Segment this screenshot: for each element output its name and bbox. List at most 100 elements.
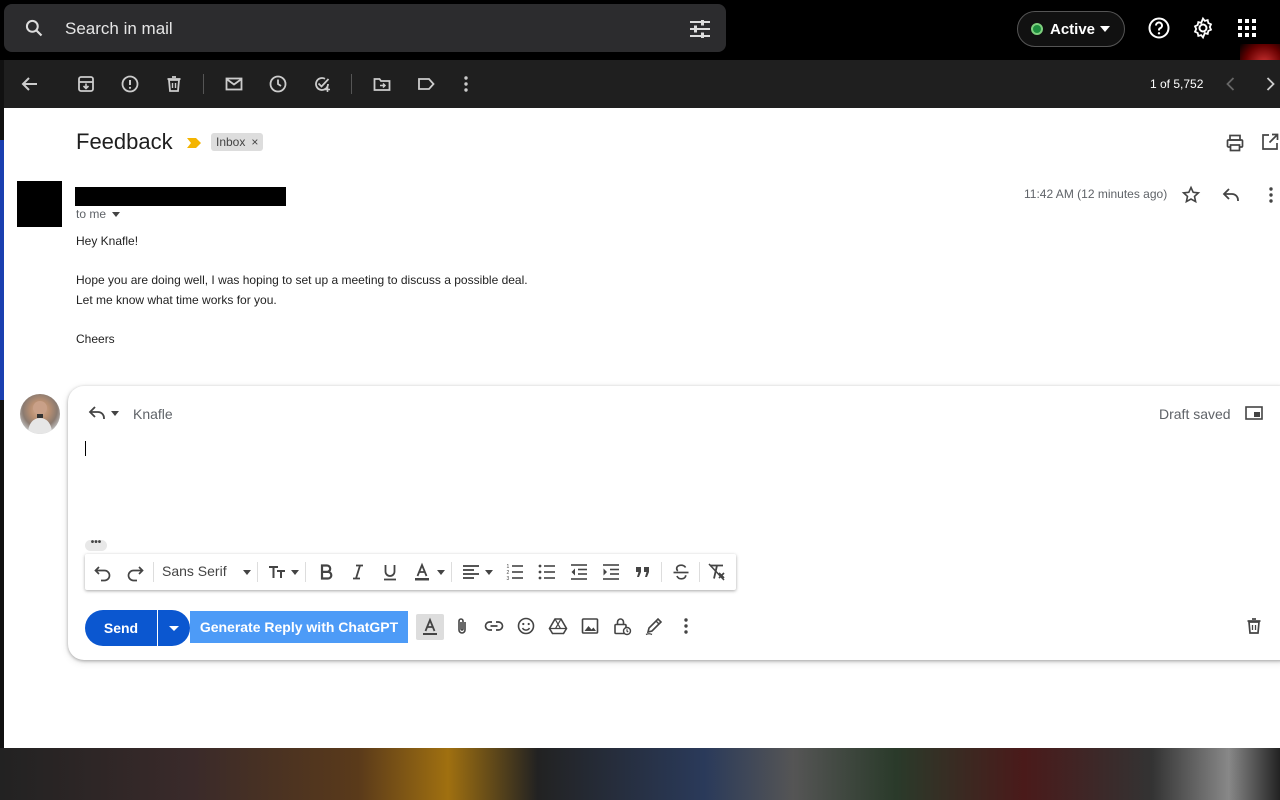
- formatting-toolbar: Sans Serif 123: [85, 554, 736, 590]
- indent-less-icon[interactable]: [569, 562, 589, 582]
- reply-type-icon[interactable]: [88, 404, 108, 422]
- important-marker-icon[interactable]: [187, 138, 201, 148]
- move-to-folder-icon[interactable]: [372, 74, 392, 94]
- toolbar-divider: [661, 562, 662, 582]
- chevron-down-icon: [112, 211, 121, 217]
- message-toolbar: 1 of 5,752: [4, 60, 1280, 108]
- gear-icon[interactable]: [1191, 16, 1215, 40]
- discard-draft-icon[interactable]: [1244, 616, 1264, 636]
- generate-reply-chatgpt-button[interactable]: Generate Reply with ChatGPT: [190, 611, 408, 643]
- font-family-select[interactable]: Sans Serif: [162, 563, 227, 579]
- google-drive-icon[interactable]: [548, 616, 568, 636]
- numbered-list-icon[interactable]: 123: [505, 562, 525, 582]
- pop-out-reply-icon[interactable]: [1245, 406, 1263, 420]
- toolbar-divider: [257, 562, 258, 582]
- message-body-line: Hope you are doing well, I was hoping to…: [76, 273, 528, 287]
- draft-status: Draft saved: [1159, 406, 1231, 422]
- search-icon[interactable]: [24, 18, 44, 38]
- sender-name-redacted[interactable]: [75, 187, 286, 206]
- help-icon[interactable]: [1147, 16, 1171, 40]
- message-timestamp: 11:42 AM (12 minutes ago): [1024, 187, 1168, 201]
- toolbar-divider: [699, 562, 700, 582]
- archive-icon[interactable]: [76, 74, 96, 94]
- more-vert-icon[interactable]: [1261, 185, 1280, 205]
- toolbar-divider: [153, 562, 154, 582]
- older-chevron-right-icon[interactable]: [1263, 76, 1277, 92]
- chevron-down-icon: [1100, 26, 1110, 32]
- redo-icon[interactable]: [125, 562, 145, 582]
- font-size-icon[interactable]: [267, 562, 287, 582]
- search-bar[interactable]: Search in mail: [4, 4, 726, 52]
- label-chip-text: Inbox: [216, 135, 246, 149]
- label-icon[interactable]: [416, 74, 436, 94]
- bold-icon[interactable]: [316, 562, 336, 582]
- chevron-down-icon[interactable]: [111, 411, 119, 416]
- remove-label-icon[interactable]: ×: [251, 133, 258, 151]
- compose-body-input[interactable]: [85, 441, 86, 456]
- chevron-down-icon: [437, 570, 445, 575]
- schedule-send-dropdown[interactable]: [158, 610, 190, 646]
- undo-icon[interactable]: [93, 562, 113, 582]
- indent-more-icon[interactable]: [601, 562, 621, 582]
- text-format-icon: [423, 617, 437, 635]
- background-wallpaper-bottom: [0, 748, 1280, 800]
- search-input[interactable]: Search in mail: [65, 19, 173, 39]
- snooze-clock-icon[interactable]: [268, 74, 288, 94]
- reply-compose-box: Knafle Draft saved ••• Sans Serif 123 Se…: [68, 386, 1280, 660]
- newer-chevron-left-icon[interactable]: [1224, 76, 1238, 92]
- bulleted-list-icon[interactable]: [537, 562, 557, 582]
- chevron-down-icon: [291, 570, 299, 575]
- back-arrow-icon[interactable]: [20, 74, 40, 94]
- chevron-down-icon: [243, 570, 251, 575]
- delete-icon[interactable]: [164, 74, 184, 94]
- toolbar-divider: [351, 74, 352, 94]
- svg-text:3: 3: [507, 576, 510, 582]
- toolbar-divider: [203, 74, 204, 94]
- message-body-signoff: Cheers: [76, 332, 115, 346]
- underline-icon[interactable]: [380, 562, 400, 582]
- sender-avatar[interactable]: [17, 181, 62, 227]
- more-vert-icon[interactable]: [456, 74, 476, 94]
- toolbar-divider: [305, 562, 306, 582]
- chevron-down-icon: [485, 570, 493, 575]
- label-chip-inbox: Inbox ×: [211, 133, 264, 151]
- status-dot-icon: [1031, 23, 1043, 35]
- pagination-count: 1 of 5,752: [1150, 77, 1204, 91]
- send-button[interactable]: Send: [85, 610, 157, 646]
- quote-icon[interactable]: [633, 562, 653, 582]
- insert-link-icon[interactable]: [484, 616, 504, 636]
- toolbar-divider: [451, 562, 452, 582]
- reply-recipient[interactable]: Knafle: [133, 406, 173, 422]
- reply-icon[interactable]: [1221, 185, 1241, 205]
- print-icon[interactable]: [1225, 133, 1245, 153]
- message-body-greeting: Hey Knafle!: [76, 234, 139, 248]
- report-spam-icon[interactable]: [120, 74, 140, 94]
- insert-photo-icon[interactable]: [580, 616, 600, 636]
- strikethrough-icon[interactable]: [671, 562, 691, 582]
- recipient-details[interactable]: to me: [76, 207, 121, 221]
- message-body-line: Let me know what time works for you.: [76, 293, 277, 307]
- remove-formatting-icon[interactable]: [707, 562, 727, 582]
- formatting-options-toggle[interactable]: [416, 614, 444, 640]
- apps-grid-icon[interactable]: [1235, 16, 1259, 40]
- search-options-icon[interactable]: [690, 20, 710, 38]
- status-selector[interactable]: Active: [1017, 11, 1125, 47]
- star-icon[interactable]: [1181, 185, 1201, 205]
- text-color-icon[interactable]: [412, 562, 432, 582]
- add-to-tasks-icon[interactable]: [312, 74, 332, 94]
- signature-pen-icon[interactable]: [644, 616, 664, 636]
- italic-icon[interactable]: [348, 562, 368, 582]
- more-options-icon[interactable]: [676, 616, 696, 636]
- align-icon[interactable]: [461, 562, 481, 582]
- message-subject: Feedback: [76, 129, 173, 154]
- recipient-text: to me: [76, 207, 107, 221]
- message-view: Feedback Inbox × to me 11:42 AM (12 minu…: [4, 108, 1280, 748]
- show-trimmed-content-button[interactable]: •••: [85, 538, 107, 551]
- user-avatar[interactable]: [20, 394, 60, 434]
- status-label: Active: [1050, 21, 1096, 38]
- emoji-icon[interactable]: [516, 616, 536, 636]
- mark-unread-icon[interactable]: [224, 74, 244, 94]
- confidential-mode-icon[interactable]: [612, 616, 632, 636]
- attach-file-icon[interactable]: [452, 616, 472, 636]
- open-in-new-window-icon[interactable]: [1261, 133, 1279, 151]
